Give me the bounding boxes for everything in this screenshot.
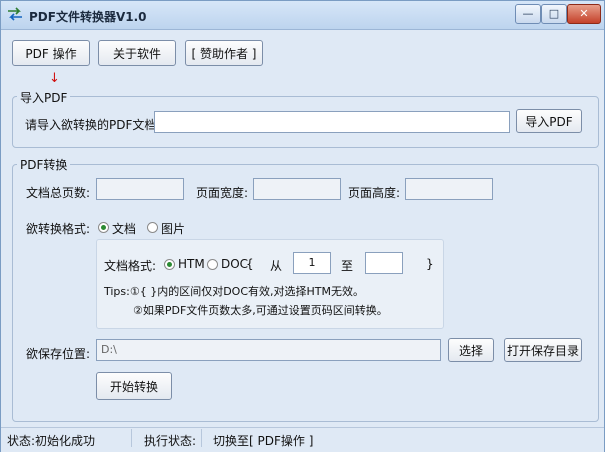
page-height-label: 页面高度: [348,186,401,200]
pdf-convert-group-title: PDF转换 [17,156,71,173]
htm-label[interactable]: HTM [178,257,205,271]
choose-button[interactable]: 选择 [448,338,494,362]
format-image-radio[interactable] [147,222,158,233]
window-title: PDF文件转换器V1.0 [29,10,147,24]
page-width-label: 页面宽度: [196,186,249,200]
htm-radio[interactable] [164,259,175,270]
exec-status-value: 切换至[ PDF操作 ] [213,434,314,448]
status-text: 状态:初始化成功 [7,434,96,448]
format-document-radio[interactable] [98,222,109,233]
sponsor-author-button[interactable]: [ 赞助作者 ] [185,40,263,66]
import-pdf-group-title: 导入PDF [17,89,71,106]
red-down-arrow-icon: ↓ [49,71,60,86]
doc-label[interactable]: DOC [221,257,248,271]
tips-line-1: Tips:①{ }内的区间仅对DOC有效,对选择HTM无效。 [104,285,364,298]
total-pages-label: 文档总页数: [26,186,91,200]
pdf-path-input[interactable] [154,111,510,133]
pdf-operations-button[interactable]: PDF 操作 [12,40,90,66]
page-width-field [253,178,341,200]
title-bar[interactable]: PDF文件转换器V1.0 — □ ✕ [1,1,604,30]
format-document-label[interactable]: 文档 [112,220,136,237]
document-format-label: 文档格式: [104,259,157,273]
save-path-field[interactable]: D:\ [96,339,441,361]
minimize-button[interactable]: — [515,4,541,24]
app-window: PDF文件转换器V1.0 — □ ✕ PDF 操作 关于软件 [ 赞助作者 ] … [0,0,605,452]
from-page-input[interactable]: 1 [293,252,331,274]
tips-line-2: ②如果PDF文件页数太多,可通过设置页码区间转换。 [133,304,388,317]
convert-arrows-icon [8,7,22,21]
brace-close: } [426,257,434,271]
to-label: 至 [341,259,354,273]
doc-radio[interactable] [207,259,218,270]
to-page-input[interactable] [365,252,403,274]
page-height-field [405,178,493,200]
from-label: 从 [270,259,283,273]
about-software-button[interactable]: 关于软件 [98,40,176,66]
start-convert-button[interactable]: 开始转换 [96,372,172,400]
convert-format-label: 欲转换格式: [26,222,91,236]
save-location-label: 欲保存位置: [26,347,91,361]
import-pdf-label: 请导入欲转换的PDF文档: [25,118,161,132]
format-image-label[interactable]: 图片 [161,220,185,237]
exec-status-label: 执行状态: [144,434,197,448]
import-pdf-button[interactable]: 导入PDF [516,109,582,133]
total-pages-field [96,178,184,200]
status-divider [131,429,132,447]
close-button[interactable]: ✕ [567,4,601,24]
status-divider [201,429,202,447]
maximize-button[interactable]: □ [541,4,567,24]
brace-open: { [246,257,254,271]
open-save-folder-button[interactable]: 打开保存目录 [504,338,582,362]
